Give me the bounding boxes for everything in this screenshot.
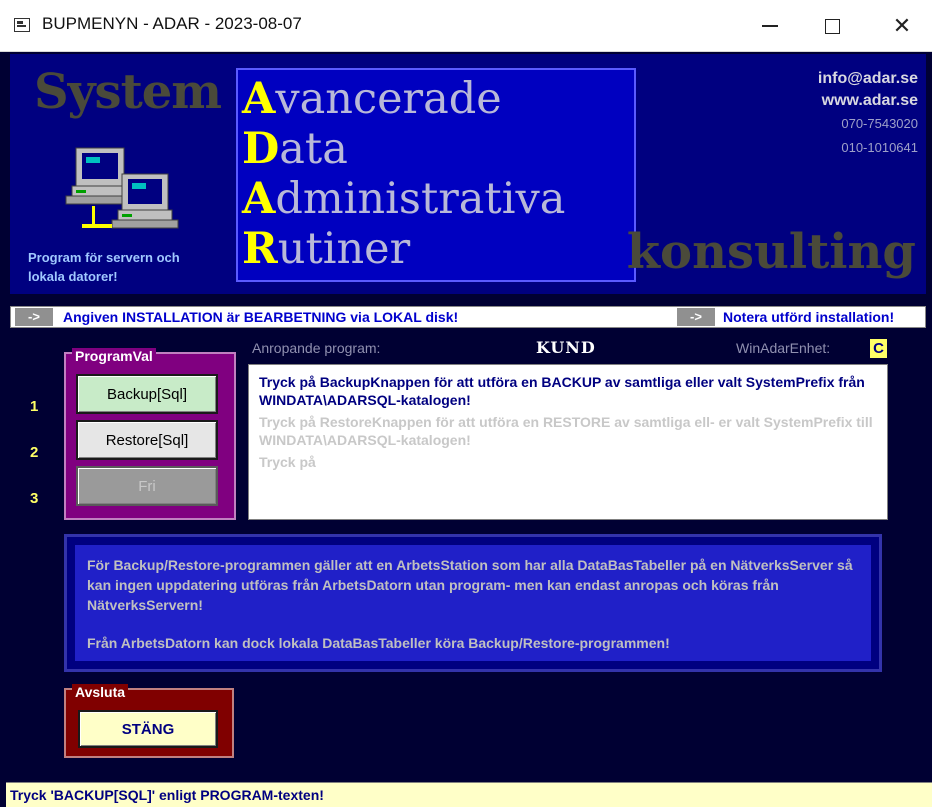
calling-program-label: Anropande program: [252,340,381,356]
note-installation-link[interactable]: Notera utförd installation! [723,308,894,326]
network-computers-icon [65,147,179,229]
app-window-icon[interactable] [14,18,30,32]
note-paragraph-2: Från ArbetsDatorn kan dock lokala DataBa… [87,635,670,651]
adar-line: Avancerade [242,74,502,124]
minimize-button[interactable] [740,0,800,52]
minimize-icon [762,25,778,27]
maximize-button[interactable] [802,0,862,52]
close-button[interactable]: ✕ [872,0,932,52]
adar-line: Administrativa [242,174,566,224]
backup-restore-note: För Backup/Restore-programmen gäller att… [64,534,882,672]
contact-phone-2: 010-1010641 [841,140,918,155]
program-group-title: ProgramVal [72,348,156,364]
contact-phone-1: 070-7543020 [841,116,918,131]
adar-acronym-box: Avancerade Data Administrativa Rutiner [236,68,636,282]
note-paragraph-1: För Backup/Restore-programmen gäller att… [87,557,853,613]
contact-info: info@adar.se www.adar.se 070-7543020 010… [818,68,918,160]
winadar-unit-value: C [870,339,887,358]
close-icon: ✕ [892,13,912,38]
program-selection-group: ProgramVal Backup[Sql] Restore[Sql] Fri [64,348,236,520]
fri-description: Tryck på [259,454,316,470]
program-number-2: 2 [30,444,39,461]
konsulting-title: konsulting [626,224,916,280]
close-app-button[interactable]: STÄNG [78,710,218,748]
backup-button[interactable]: Backup[Sql] [76,374,218,414]
exit-group-title: Avsluta [72,684,129,700]
maximize-icon [824,18,840,34]
system-title: System [34,64,222,120]
restore-button[interactable]: Restore[Sql] [76,420,218,460]
left-subtitle: Program för servern och lokala datorer! [28,250,180,284]
program-description-box: Tryck på BackupKnappen för att utföra en… [248,364,888,520]
exit-group: Avsluta STÄNG [64,684,234,758]
status-bar: Tryck 'BACKUP[SQL]' enligt PROGRAM-texte… [6,782,932,807]
window-title: BUPMENYN - ADAR - 2023-08-07 [42,14,302,33]
header-banner: System Program för servern och lokala da… [10,54,926,294]
winadar-unit-label: WinAdarEnhet: [736,340,831,356]
contact-web: www.adar.se [821,92,918,109]
main-window: System Program för servern och lokala da… [0,52,932,807]
program-number-3: 3 [30,490,39,507]
installation-message: Angiven INSTALLATION är BEARBETNING via … [63,309,459,325]
adar-line: Rutiner [242,224,411,274]
program-number-1: 1 [30,398,39,415]
title-bar: BUPMENYN - ADAR - 2023-08-07 ✕ [0,0,932,52]
restore-description: Tryck på RestoreKnappen för att utföra e… [259,414,873,448]
installation-info-bar: -> Angiven INSTALLATION är BEARBETNING v… [10,306,926,328]
backup-description: Tryck på BackupKnappen för att utföra en… [259,374,865,408]
fri-button[interactable]: Fri [76,466,218,506]
arrow-right-icon: -> [15,308,53,326]
arrow-right-icon: -> [677,308,715,326]
adar-line: Data [242,124,348,174]
contact-email: info@adar.se [817,70,918,87]
calling-program-value: KUND [536,338,596,357]
